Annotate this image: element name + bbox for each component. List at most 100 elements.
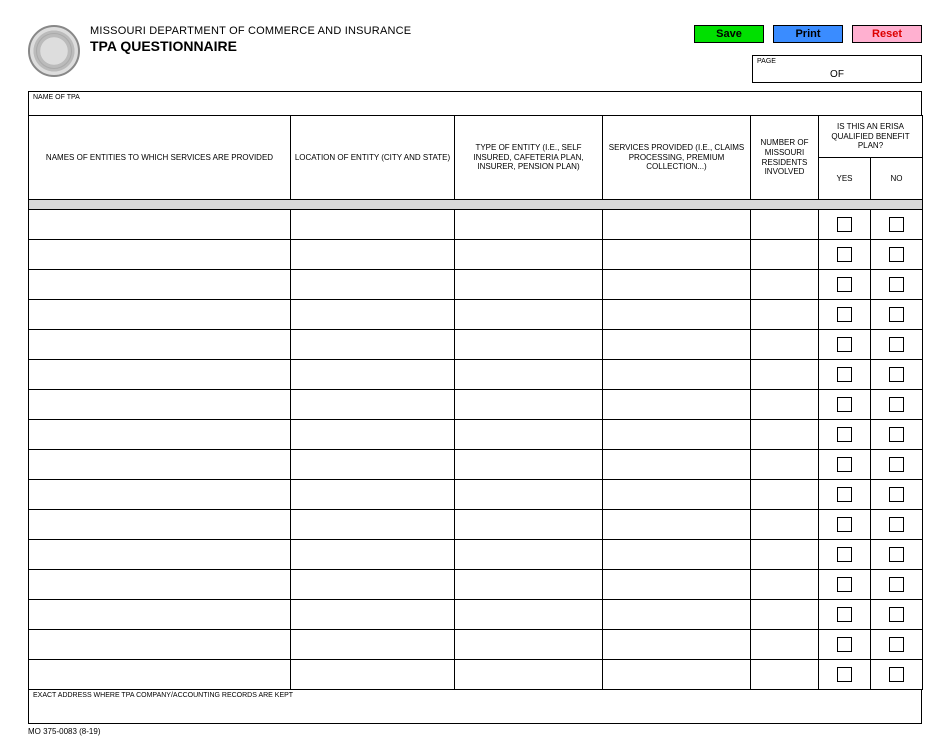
cell-name[interactable] xyxy=(29,600,291,630)
yes-checkbox[interactable] xyxy=(837,397,852,412)
cell-residents[interactable] xyxy=(751,420,819,450)
page-number-box[interactable]: PAGE OF xyxy=(752,55,922,83)
yes-checkbox[interactable] xyxy=(837,637,852,652)
yes-checkbox[interactable] xyxy=(837,217,852,232)
yes-checkbox[interactable] xyxy=(837,337,852,352)
no-checkbox[interactable] xyxy=(889,517,904,532)
cell-services[interactable] xyxy=(603,570,751,600)
no-checkbox[interactable] xyxy=(889,397,904,412)
cell-location[interactable] xyxy=(291,510,455,540)
no-checkbox[interactable] xyxy=(889,607,904,622)
cell-type[interactable] xyxy=(455,270,603,300)
cell-type[interactable] xyxy=(455,450,603,480)
cell-residents[interactable] xyxy=(751,570,819,600)
no-checkbox[interactable] xyxy=(889,277,904,292)
cell-type[interactable] xyxy=(455,330,603,360)
cell-services[interactable] xyxy=(603,360,751,390)
cell-residents[interactable] xyxy=(751,630,819,660)
cell-location[interactable] xyxy=(291,660,455,690)
cell-name[interactable] xyxy=(29,390,291,420)
cell-name[interactable] xyxy=(29,540,291,570)
cell-services[interactable] xyxy=(603,450,751,480)
yes-checkbox[interactable] xyxy=(837,247,852,262)
cell-location[interactable] xyxy=(291,450,455,480)
cell-residents[interactable] xyxy=(751,510,819,540)
no-checkbox[interactable] xyxy=(889,247,904,262)
no-checkbox[interactable] xyxy=(889,577,904,592)
yes-checkbox[interactable] xyxy=(837,307,852,322)
cell-location[interactable] xyxy=(291,300,455,330)
yes-checkbox[interactable] xyxy=(837,427,852,442)
cell-location[interactable] xyxy=(291,600,455,630)
cell-name[interactable] xyxy=(29,270,291,300)
yes-checkbox[interactable] xyxy=(837,487,852,502)
cell-type[interactable] xyxy=(455,570,603,600)
no-checkbox[interactable] xyxy=(889,457,904,472)
cell-services[interactable] xyxy=(603,270,751,300)
address-field[interactable]: EXACT ADDRESS WHERE TPA COMPANY/ACCOUNTI… xyxy=(28,690,922,724)
yes-checkbox[interactable] xyxy=(837,277,852,292)
cell-type[interactable] xyxy=(455,540,603,570)
cell-name[interactable] xyxy=(29,450,291,480)
cell-residents[interactable] xyxy=(751,660,819,690)
no-checkbox[interactable] xyxy=(889,637,904,652)
cell-location[interactable] xyxy=(291,540,455,570)
cell-name[interactable] xyxy=(29,330,291,360)
yes-checkbox[interactable] xyxy=(837,457,852,472)
no-checkbox[interactable] xyxy=(889,547,904,562)
cell-name[interactable] xyxy=(29,570,291,600)
yes-checkbox[interactable] xyxy=(837,367,852,382)
cell-location[interactable] xyxy=(291,630,455,660)
yes-checkbox[interactable] xyxy=(837,547,852,562)
reset-button[interactable]: Reset xyxy=(852,25,922,43)
cell-name[interactable] xyxy=(29,360,291,390)
cell-name[interactable] xyxy=(29,480,291,510)
cell-residents[interactable] xyxy=(751,240,819,270)
cell-type[interactable] xyxy=(455,630,603,660)
cell-services[interactable] xyxy=(603,600,751,630)
cell-services[interactable] xyxy=(603,300,751,330)
cell-location[interactable] xyxy=(291,420,455,450)
cell-residents[interactable] xyxy=(751,390,819,420)
cell-name[interactable] xyxy=(29,420,291,450)
cell-residents[interactable] xyxy=(751,600,819,630)
cell-services[interactable] xyxy=(603,330,751,360)
yes-checkbox[interactable] xyxy=(837,577,852,592)
cell-services[interactable] xyxy=(603,420,751,450)
cell-services[interactable] xyxy=(603,510,751,540)
no-checkbox[interactable] xyxy=(889,307,904,322)
cell-name[interactable] xyxy=(29,240,291,270)
cell-services[interactable] xyxy=(603,630,751,660)
cell-type[interactable] xyxy=(455,420,603,450)
cell-name[interactable] xyxy=(29,510,291,540)
yes-checkbox[interactable] xyxy=(837,667,852,682)
cell-location[interactable] xyxy=(291,570,455,600)
cell-type[interactable] xyxy=(455,300,603,330)
cell-type[interactable] xyxy=(455,360,603,390)
yes-checkbox[interactable] xyxy=(837,517,852,532)
cell-residents[interactable] xyxy=(751,270,819,300)
no-checkbox[interactable] xyxy=(889,667,904,682)
save-button[interactable]: Save xyxy=(694,25,764,43)
no-checkbox[interactable] xyxy=(889,487,904,502)
cell-services[interactable] xyxy=(603,210,751,240)
cell-residents[interactable] xyxy=(751,300,819,330)
cell-location[interactable] xyxy=(291,210,455,240)
no-checkbox[interactable] xyxy=(889,337,904,352)
cell-location[interactable] xyxy=(291,480,455,510)
cell-name[interactable] xyxy=(29,300,291,330)
cell-name[interactable] xyxy=(29,660,291,690)
cell-location[interactable] xyxy=(291,390,455,420)
cell-type[interactable] xyxy=(455,210,603,240)
cell-name[interactable] xyxy=(29,630,291,660)
cell-services[interactable] xyxy=(603,390,751,420)
cell-location[interactable] xyxy=(291,360,455,390)
cell-location[interactable] xyxy=(291,270,455,300)
cell-residents[interactable] xyxy=(751,360,819,390)
cell-services[interactable] xyxy=(603,540,751,570)
cell-services[interactable] xyxy=(603,660,751,690)
cell-type[interactable] xyxy=(455,390,603,420)
cell-location[interactable] xyxy=(291,330,455,360)
cell-type[interactable] xyxy=(455,510,603,540)
cell-services[interactable] xyxy=(603,240,751,270)
